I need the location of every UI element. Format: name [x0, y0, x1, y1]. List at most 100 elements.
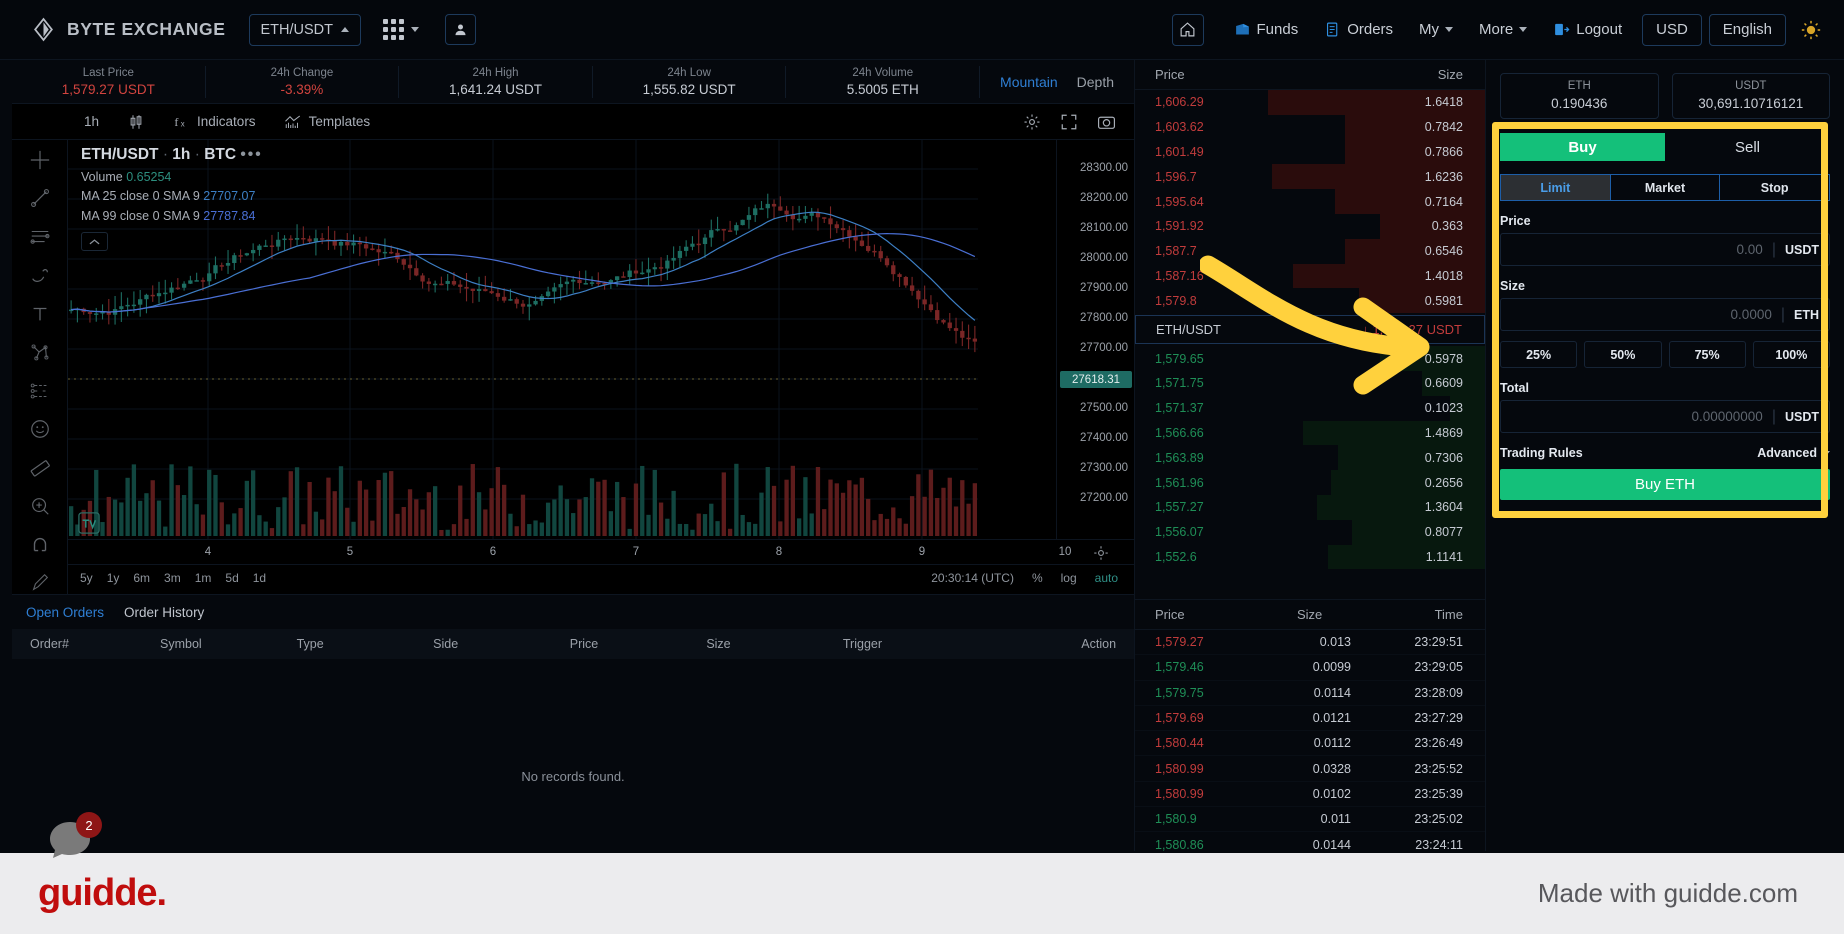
- scale-log[interactable]: log: [1061, 571, 1077, 585]
- interval-selector[interactable]: 1h: [70, 109, 113, 135]
- orderbook-price: 1,561.96: [1155, 475, 1204, 490]
- home-button[interactable]: [1171, 13, 1204, 46]
- orderbook-row[interactable]: 1,606.29 1.6418: [1135, 90, 1485, 115]
- price-tick: 27400.00: [1080, 432, 1128, 444]
- price-input[interactable]: 0.00: [1737, 242, 1763, 257]
- scale-auto[interactable]: auto: [1095, 571, 1118, 585]
- chat-unread-badge[interactable]: 2: [76, 812, 102, 838]
- percent-25-button[interactable]: 25%: [1500, 341, 1578, 368]
- legend-more-icon[interactable]: •••: [240, 146, 262, 163]
- orderbook-price: 1,566.66: [1155, 425, 1204, 440]
- price-axis[interactable]: 28300.00 28200.00 28100.00 28000.00 27900.00…: [1056, 140, 1134, 539]
- total-input[interactable]: 0.00000000: [1691, 409, 1762, 424]
- nav-item-logout[interactable]: Logout: [1540, 13, 1635, 47]
- percent-50-button[interactable]: 50%: [1584, 341, 1662, 368]
- range-5y[interactable]: 5y: [80, 571, 93, 585]
- orderbook-price: 1,596.7: [1155, 169, 1197, 184]
- tab-sell[interactable]: Sell: [1665, 133, 1830, 161]
- trade-row[interactable]: 1,580.99 0.0102 23:25:39: [1135, 782, 1485, 808]
- orderbook-row[interactable]: 1,603.62 0.7842: [1135, 114, 1485, 140]
- total-field[interactable]: 0.00000000 | USDT: [1500, 400, 1830, 433]
- camera-icon[interactable]: [1097, 113, 1116, 131]
- advanced-toggle[interactable]: Advanced: [1757, 446, 1830, 460]
- orderbook-row[interactable]: 1,596.7 1.6236: [1135, 164, 1485, 190]
- crosshair-tool-icon[interactable]: [25, 148, 55, 172]
- fib-retracement-tool-icon[interactable]: [25, 225, 55, 249]
- legend-collapse-button[interactable]: [81, 232, 108, 251]
- currency-selector[interactable]: USD: [1642, 13, 1702, 46]
- trade-row[interactable]: 1,580.44 0.0112 23:26:49: [1135, 731, 1485, 757]
- trade-row[interactable]: 1,579.75 0.0114 23:28:09: [1135, 681, 1485, 706]
- percent-75-button[interactable]: 75%: [1668, 341, 1746, 368]
- tradingview-logo-icon[interactable]: [78, 512, 100, 534]
- tab-limit[interactable]: Limit: [1500, 174, 1610, 201]
- gear-icon[interactable]: [1023, 113, 1041, 131]
- orderbook-row[interactable]: 1,556.07 0.8077: [1135, 519, 1485, 545]
- emoji-tool-icon[interactable]: [25, 418, 55, 442]
- candlestick-chart[interactable]: ETH/USDT · 1h · BTC ••• Volume 0.65254 M…: [68, 140, 1134, 594]
- brush-tool-icon[interactable]: [25, 264, 55, 288]
- legend-exchange: BTC: [204, 146, 237, 163]
- pair-selector[interactable]: ETH/USDT: [248, 13, 362, 46]
- trades-list[interactable]: 1,579.27 0.013 23:29:51 1,579.46 0.0099 23:29…: [1135, 630, 1485, 858]
- range-1m[interactable]: 1m: [195, 571, 212, 585]
- range-1d[interactable]: 1d: [253, 571, 266, 585]
- pen-lock-tool-icon[interactable]: [25, 572, 55, 596]
- view-depth[interactable]: Depth: [1077, 74, 1114, 90]
- account-avatar-button[interactable]: [445, 14, 477, 45]
- orderbook-row[interactable]: 1,561.96 0.2656: [1135, 470, 1485, 495]
- orderbook-row[interactable]: 1,552.6 1.1141: [1135, 544, 1485, 570]
- orderbook-row[interactable]: 1,566.66 1.4869: [1135, 420, 1485, 446]
- order-book-header: Price Size: [1135, 60, 1485, 90]
- trade-time: 23:29:05: [1414, 660, 1463, 675]
- orderbook-row[interactable]: 1,563.89 0.7306: [1135, 445, 1485, 471]
- buy-eth-button[interactable]: Buy ETH: [1500, 469, 1830, 500]
- scale-percent[interactable]: %: [1032, 571, 1043, 585]
- nav-item-my[interactable]: My: [1406, 13, 1466, 47]
- fullscreen-icon[interactable]: [1060, 113, 1078, 131]
- range-5d[interactable]: 5d: [225, 571, 238, 585]
- forecast-tool-icon[interactable]: [25, 379, 55, 403]
- trade-row[interactable]: 1,579.69 0.0121 23:27:29: [1135, 706, 1485, 732]
- tab-stop[interactable]: Stop: [1719, 174, 1831, 201]
- measure-tool-icon[interactable]: [25, 456, 55, 480]
- range-1y[interactable]: 1y: [107, 571, 120, 585]
- patterns-tool-icon[interactable]: [25, 341, 55, 365]
- size-input[interactable]: 0.0000: [1731, 307, 1772, 322]
- trendline-tool-icon[interactable]: [25, 187, 55, 211]
- text-tool-icon[interactable]: [25, 302, 55, 326]
- range-6m[interactable]: 6m: [133, 571, 150, 585]
- orderbook-row[interactable]: 1,595.64 0.7164: [1135, 189, 1485, 214]
- nav-item-more[interactable]: More: [1466, 13, 1540, 47]
- trade-row[interactable]: 1,580.99 0.0328 23:25:52: [1135, 756, 1485, 782]
- magnet-tool-icon[interactable]: [25, 533, 55, 557]
- orderbook-row[interactable]: 1,557.27 1.3604: [1135, 494, 1485, 520]
- trade-row[interactable]: 1,580.9 0.011 23:25:02: [1135, 807, 1485, 833]
- brand-logo-area[interactable]: BYTE EXCHANGE: [31, 17, 226, 42]
- theme-toggle-button[interactable]: [1800, 19, 1822, 41]
- templates-button[interactable]: Templates: [270, 109, 385, 135]
- tab-order-history[interactable]: Order History: [124, 605, 204, 620]
- language-selector[interactable]: English: [1708, 13, 1786, 46]
- tab-open-orders[interactable]: Open Orders: [26, 605, 104, 620]
- nav-item-orders[interactable]: Orders: [1311, 13, 1406, 47]
- chart-scale-controls: 20:30:14 (UTC) % log auto: [931, 571, 1118, 585]
- range-3m[interactable]: 3m: [164, 571, 181, 585]
- trade-row[interactable]: 1,579.46 0.0099 23:29:05: [1135, 655, 1485, 681]
- time-axis[interactable]: 4 5 6 7 8 9 10: [68, 539, 1134, 565]
- nav-item-funds[interactable]: Funds: [1221, 13, 1312, 47]
- size-field[interactable]: 0.0000 | ETH: [1500, 298, 1830, 331]
- orderbook-row[interactable]: 1,591.92 0.363: [1135, 213, 1485, 239]
- apps-grid-button[interactable]: [383, 19, 420, 40]
- price-field[interactable]: 0.00 | USDT: [1500, 233, 1830, 266]
- candle-type-button[interactable]: [113, 109, 159, 135]
- tab-market[interactable]: Market: [1609, 174, 1720, 201]
- view-mountain[interactable]: Mountain: [1000, 74, 1058, 90]
- zoom-in-tool-icon[interactable]: [25, 495, 55, 519]
- orderbook-row[interactable]: 1,601.49 0.7866: [1135, 139, 1485, 165]
- indicators-button[interactable]: fx Indicators: [159, 109, 270, 135]
- trade-row[interactable]: 1,579.27 0.013 23:29:51: [1135, 630, 1485, 656]
- tab-buy[interactable]: Buy: [1500, 133, 1665, 161]
- time-settings-icon[interactable]: [1092, 544, 1110, 562]
- percent-100-button[interactable]: 100%: [1752, 341, 1830, 368]
